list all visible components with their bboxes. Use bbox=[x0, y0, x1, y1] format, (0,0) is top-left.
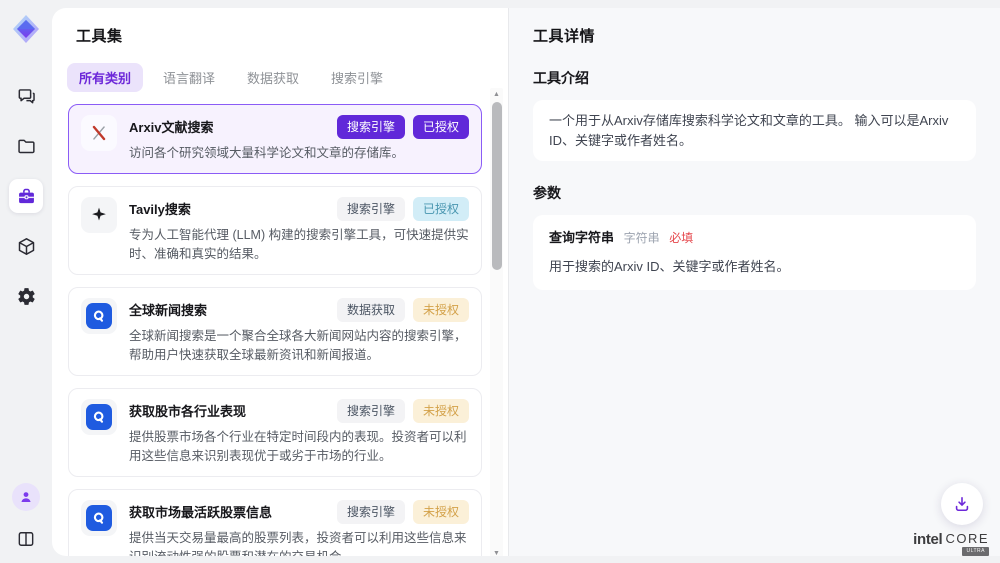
tool-name: 获取股市各行业表现 bbox=[129, 399, 246, 420]
tab-data-fetching[interactable]: 数据获取 bbox=[235, 63, 311, 92]
tab-all-categories[interactable]: 所有类别 bbox=[67, 63, 143, 92]
tool-list-scrollbar[interactable]: ▲ ▼ bbox=[490, 88, 503, 556]
sidebar-item-toolbox[interactable] bbox=[9, 179, 43, 213]
tool-card-active-stocks[interactable]: 获取市场最活跃股票信息 搜索引擎 未授权 提供当天交易量最高的股票列表，投资者可… bbox=[68, 489, 482, 556]
tool-card-arxiv[interactable]: Arxiv文献搜索 搜索引擎 已授权 访问各个研究领域大量科学论文和文章的存储库… bbox=[68, 104, 482, 174]
sidebar-item-settings[interactable] bbox=[9, 279, 43, 313]
sidebar bbox=[0, 0, 52, 563]
param-name: 查询字符串 bbox=[549, 230, 614, 245]
tool-description: 全球新闻搜索是一个聚合全球各大新闻网站内容的搜索引擎，帮助用户快速获取全球最新资… bbox=[129, 327, 469, 365]
scrollbar-thumb[interactable] bbox=[492, 102, 502, 270]
sidebar-nav bbox=[9, 79, 43, 313]
tab-search-engine[interactable]: 搜索引擎 bbox=[319, 63, 395, 92]
scrollbar-down-arrow-icon[interactable]: ▼ bbox=[490, 547, 503, 556]
tool-card-tavily[interactable]: Tavily搜索 搜索引擎 已授权 专为人工智能代理 (LLM) 构建的搜索引擎… bbox=[68, 186, 482, 275]
tool-description: 提供当天交易量最高的股票列表，投资者可以利用这些信息来识别流动性强的股票和潜在的… bbox=[129, 529, 469, 556]
app-logo bbox=[10, 13, 42, 45]
param-card: 查询字符串 字符串 必填 用于搜索的Arxiv ID、关键字或作者姓名。 bbox=[533, 215, 976, 290]
user-avatar[interactable] bbox=[12, 483, 40, 511]
tool-icon-wrap bbox=[81, 298, 117, 334]
arxiv-x-icon bbox=[88, 122, 110, 144]
category-tabs: 所有类别 语言翻译 数据获取 搜索引擎 bbox=[67, 63, 508, 92]
ultra-badge: ULTRA bbox=[962, 547, 989, 556]
download-button[interactable] bbox=[941, 483, 983, 525]
tool-description: 访问各个研究领域大量科学论文和文章的存储库。 bbox=[129, 144, 469, 163]
auth-status-badge: 未授权 bbox=[413, 399, 469, 423]
category-badge: 搜索引擎 bbox=[337, 500, 405, 524]
collapse-panel-button[interactable] bbox=[12, 525, 40, 553]
param-description: 用于搜索的Arxiv ID、关键字或作者姓名。 bbox=[549, 257, 960, 277]
tool-icon-wrap bbox=[81, 500, 117, 536]
folder-icon bbox=[16, 136, 37, 157]
tool-details-pane: 工具详情 工具介绍 一个用于从Arxiv存储库搜索科学论文和文章的工具。 输入可… bbox=[508, 8, 1000, 556]
category-badge: 搜索引擎 bbox=[337, 399, 405, 423]
tool-list: Arxiv文献搜索 搜索引擎 已授权 访问各个研究领域大量科学论文和文章的存储库… bbox=[67, 103, 508, 556]
sparkle-icon bbox=[88, 204, 110, 226]
sidebar-item-models[interactable] bbox=[9, 229, 43, 263]
gear-icon bbox=[16, 286, 37, 307]
columns-icon bbox=[16, 529, 36, 549]
cube-icon bbox=[16, 236, 37, 257]
toolset-pane: 工具集 所有类别 语言翻译 数据获取 搜索引擎 bbox=[52, 8, 508, 556]
diamond-logo-icon bbox=[10, 13, 42, 45]
params-heading: 参数 bbox=[533, 183, 976, 203]
tool-name: Tavily搜索 bbox=[129, 197, 191, 218]
category-badge: 搜索引擎 bbox=[337, 115, 405, 139]
q-logo-icon bbox=[86, 404, 112, 430]
app-root: 工具集 所有类别 语言翻译 数据获取 搜索引擎 bbox=[0, 0, 1000, 563]
details-title: 工具详情 bbox=[533, 25, 976, 46]
intel-wordmark: intel bbox=[913, 532, 942, 547]
q-logo-icon bbox=[86, 505, 112, 531]
tool-name: Arxiv文献搜索 bbox=[129, 115, 214, 136]
core-wordmark: CORE bbox=[945, 532, 989, 545]
toolbox-icon bbox=[16, 186, 37, 207]
tool-icon-wrap bbox=[81, 399, 117, 435]
intro-heading: 工具介绍 bbox=[533, 68, 976, 88]
auth-status-badge: 已授权 bbox=[413, 197, 469, 221]
auth-status-badge: 未授权 bbox=[413, 298, 469, 322]
tool-icon-wrap bbox=[81, 115, 117, 151]
main-surface: 工具集 所有类别 语言翻译 数据获取 搜索引擎 bbox=[52, 8, 1000, 556]
tool-description: 专为人工智能代理 (LLM) 构建的搜索引擎工具，可快速提供实时、准确和真实的结… bbox=[129, 226, 469, 264]
sidebar-bottom bbox=[12, 483, 40, 553]
category-badge: 搜索引擎 bbox=[337, 197, 405, 221]
download-icon bbox=[952, 494, 972, 514]
person-icon bbox=[18, 489, 34, 505]
chat-icon bbox=[16, 86, 37, 107]
param-type: 字符串 bbox=[624, 231, 660, 245]
tool-name: 获取市场最活跃股票信息 bbox=[129, 500, 272, 521]
tool-card-global-news[interactable]: 全球新闻搜索 数据获取 未授权 全球新闻搜索是一个聚合全球各大新闻网站内容的搜索… bbox=[68, 287, 482, 376]
auth-status-badge: 未授权 bbox=[413, 500, 469, 524]
toolset-title: 工具集 bbox=[76, 25, 508, 46]
tool-description: 提供股票市场各个行业在特定时间段内的表现。投资者可以利用这些信息来识别表现优于或… bbox=[129, 428, 469, 466]
intro-card: 一个用于从Arxiv存储库搜索科学论文和文章的工具。 输入可以是Arxiv ID… bbox=[533, 100, 976, 161]
tab-language-translation[interactable]: 语言翻译 bbox=[151, 63, 227, 92]
tool-card-sector-performance[interactable]: 获取股市各行业表现 搜索引擎 未授权 提供股票市场各个行业在特定时间段内的表现。… bbox=[68, 388, 482, 477]
sidebar-item-files[interactable] bbox=[9, 129, 43, 163]
intel-core-logo: intel CORE ULTRA bbox=[913, 532, 989, 556]
sidebar-item-chat[interactable] bbox=[9, 79, 43, 113]
auth-status-badge: 已授权 bbox=[413, 115, 469, 139]
category-badge: 数据获取 bbox=[337, 298, 405, 322]
q-logo-icon bbox=[86, 303, 112, 329]
tool-icon-wrap bbox=[81, 197, 117, 233]
scrollbar-up-arrow-icon[interactable]: ▲ bbox=[490, 88, 503, 100]
tool-name: 全球新闻搜索 bbox=[129, 298, 207, 319]
param-required-flag: 必填 bbox=[669, 231, 693, 245]
